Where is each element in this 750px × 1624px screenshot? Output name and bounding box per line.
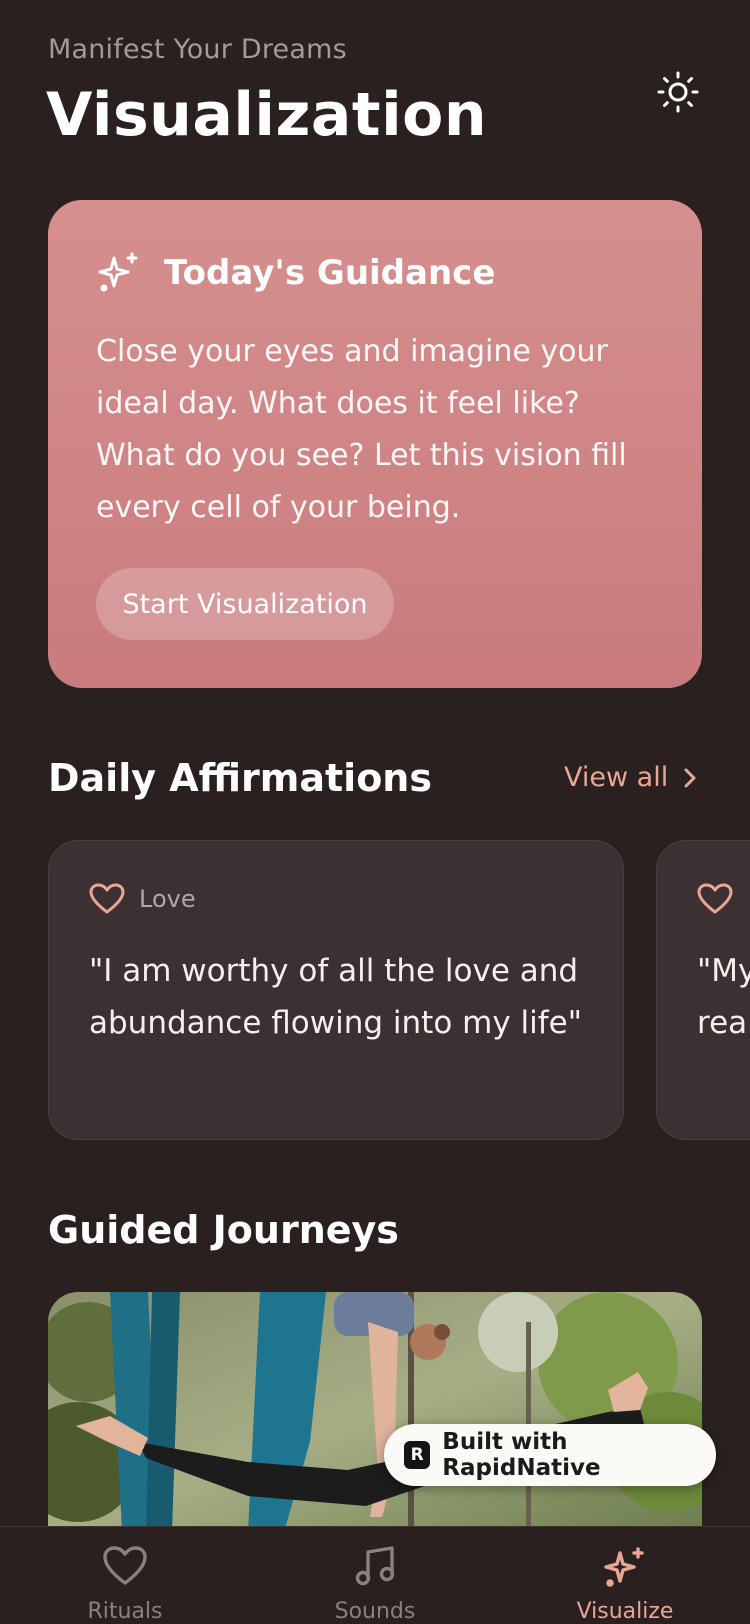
guidance-title: Today's Guidance bbox=[164, 253, 496, 293]
guidance-header: Today's Guidance bbox=[96, 250, 495, 296]
journeys-title: Guided Journeys bbox=[48, 1208, 399, 1252]
affirmations-title: Daily Affirmations bbox=[48, 756, 432, 800]
tab-rituals-label: Rituals bbox=[87, 1599, 163, 1624]
affirmation-card[interactable]: Love "I am worthy of all the love and ab… bbox=[48, 840, 624, 1140]
affirmation-category: Love bbox=[89, 883, 196, 915]
sparkles-icon bbox=[604, 1547, 644, 1587]
visualization-screen: Manifest Your Dreams Visualization Today… bbox=[0, 0, 750, 1624]
heart-icon bbox=[697, 883, 733, 914]
affirmation-quote: "I am worthy of all the love and abundan… bbox=[89, 953, 583, 1041]
built-with-badge[interactable]: R Built with RapidNative bbox=[384, 1424, 716, 1486]
chevron-right-icon bbox=[684, 768, 696, 787]
journey-card-image[interactable] bbox=[48, 1292, 702, 1532]
sun-icon bbox=[657, 71, 699, 113]
page-subtitle: Manifest Your Dreams bbox=[48, 34, 347, 65]
tab-sounds[interactable]: Sounds bbox=[295, 1527, 455, 1624]
music-note-icon bbox=[355, 1546, 395, 1586]
theme-toggle-button[interactable] bbox=[652, 66, 704, 118]
bottom-tab-bar: Rituals Sounds Visualize bbox=[0, 1526, 750, 1624]
tab-sounds-label: Sounds bbox=[334, 1599, 416, 1624]
affirmation-card[interactable]: "My real bbox=[656, 840, 750, 1140]
affirmation-category-label: Love bbox=[139, 885, 196, 913]
tab-rituals[interactable]: Rituals bbox=[45, 1527, 205, 1624]
affirmation-category bbox=[697, 883, 733, 915]
affirmation-quote: "My real bbox=[697, 953, 750, 1041]
tab-visualize[interactable]: Visualize bbox=[545, 1527, 705, 1624]
guidance-card: Today's Guidance Close your eyes and ima… bbox=[48, 200, 702, 688]
view-all-link[interactable]: View all bbox=[564, 762, 698, 793]
rapidnative-logo: R bbox=[404, 1441, 431, 1469]
view-all-label: View all bbox=[564, 762, 669, 793]
tab-visualize-label: Visualize bbox=[576, 1599, 674, 1624]
aerial-yoga-photo bbox=[48, 1292, 702, 1532]
start-visualization-button[interactable]: Start Visualization bbox=[96, 568, 394, 640]
built-with-label: Built with RapidNative bbox=[442, 1429, 601, 1481]
page-title: Visualization bbox=[46, 80, 488, 150]
guidance-text: Close your eyes and imagine your ideal d… bbox=[96, 334, 627, 525]
sparkles-icon bbox=[98, 252, 138, 292]
heart-icon bbox=[103, 1546, 147, 1585]
heart-icon bbox=[89, 883, 125, 914]
